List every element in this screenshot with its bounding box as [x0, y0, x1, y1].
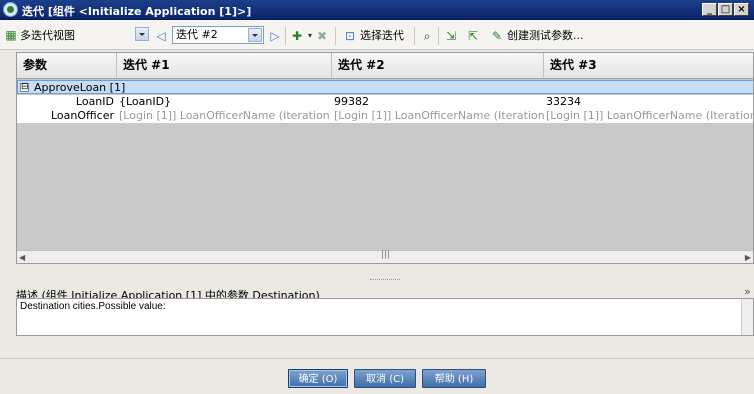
scroll-thumb[interactable]: ||| [381, 250, 390, 260]
column-header-parameter[interactable]: 参数 [17, 53, 117, 78]
window-title: 迭代 [组件 <Initialize Application [1]>] [22, 5, 252, 18]
add-iteration-icon[interactable]: ✚ [290, 29, 304, 43]
description-box: Destination cities.Possible value: [16, 298, 754, 336]
cell-value[interactable]: {LoanID} [117, 95, 332, 109]
search-icon[interactable]: ⌕ [420, 29, 434, 43]
separator [335, 27, 336, 45]
table-row[interactable]: LoanID {LoanID} 99382 33234 [17, 95, 753, 109]
iterations-grid: 参数 迭代 #1 迭代 #2 迭代 #3 ⊟ ApproveLoan [1] L… [16, 52, 754, 264]
group-label: ApproveLoan [1] [34, 81, 126, 94]
app-icon [3, 2, 18, 17]
minimize-button[interactable]: _ [702, 3, 717, 16]
separator [438, 27, 439, 45]
table-row[interactable]: LoanOfficer [Login [1]] LoanOfficerName … [17, 109, 753, 123]
view-icon: ▦ [5, 28, 17, 42]
help-button[interactable]: 帮助 (H) [422, 369, 486, 388]
scroll-right-icon[interactable]: ▶ [745, 253, 751, 262]
view-dropdown[interactable] [134, 26, 150, 44]
cell-value[interactable]: [Login [1]] LoanOfficerName (Iteration 1… [544, 109, 753, 123]
toolbar: ▦ 多迭代视图 ◁ 迭代 #2 ▷ ✚ ▾ ✖ ⊡ 选择迭代 ⌕ ⇲ ⇱ ✎ 创… [0, 20, 754, 50]
cell-value[interactable]: 33234 [544, 95, 753, 109]
select-iterations-icon[interactable]: ⊡ [343, 29, 357, 43]
export-icon[interactable]: ⇱ [466, 29, 480, 43]
column-header-iteration-1[interactable]: 迭代 #1 [117, 53, 332, 78]
description-scrollbar[interactable] [741, 299, 753, 335]
collapse-toggle-icon[interactable]: ⊟ [20, 83, 29, 92]
title-bar: 迭代 [组件 <Initialize Application [1]>] _ □… [0, 0, 754, 20]
cell-value[interactable]: [Login [1]] LoanOfficerName (Iteration 1… [117, 109, 332, 123]
group-row-approveloan[interactable]: ⊟ ApproveLoan [1] [17, 80, 753, 94]
ok-button[interactable]: 确定 (O) [288, 369, 348, 388]
scroll-left-icon[interactable]: ◀ [19, 253, 25, 262]
cell-value[interactable]: [Login [1]] LoanOfficerName (Iteration 1… [332, 109, 544, 123]
view-select-label[interactable]: 多迭代视图 [20, 28, 75, 44]
cell-value[interactable]: 99382 [332, 95, 544, 109]
iteration-select-value: 迭代 #2 [176, 28, 218, 41]
horizontal-scrollbar[interactable]: ◀ ||| ▶ [17, 250, 753, 263]
grid-header: 参数 迭代 #1 迭代 #2 迭代 #3 [17, 53, 753, 79]
close-button[interactable]: × [734, 3, 749, 16]
maximize-button[interactable]: □ [718, 3, 733, 16]
param-name: LoanOfficer [50, 109, 114, 122]
chevron-down-icon [135, 27, 149, 41]
separator [414, 27, 415, 45]
select-iterations-button[interactable]: 选择迭代 [360, 28, 404, 44]
next-iteration-icon[interactable]: ▷ [268, 29, 282, 43]
splitter-handle[interactable] [370, 279, 400, 282]
iteration-select[interactable]: 迭代 #2 [172, 26, 264, 44]
collapse-icon[interactable]: » [744, 285, 751, 298]
column-header-iteration-2[interactable]: 迭代 #2 [332, 53, 544, 78]
column-header-iteration-3[interactable]: 迭代 #3 [544, 53, 753, 78]
description-text: Destination cities.Possible value: [20, 301, 166, 312]
param-name: LoanID [75, 95, 114, 108]
separator [285, 27, 286, 45]
create-test-params-button[interactable]: 创建测试参数... [507, 28, 584, 44]
cancel-button[interactable]: 取消 (C) [354, 369, 416, 388]
import-icon[interactable]: ⇲ [444, 29, 458, 43]
divider [0, 358, 754, 359]
prev-iteration-icon[interactable]: ◁ [154, 29, 168, 43]
create-param-icon[interactable]: ✎ [490, 29, 504, 43]
delete-iteration-icon[interactable]: ✖ [315, 29, 329, 43]
chevron-down-icon [248, 28, 262, 42]
